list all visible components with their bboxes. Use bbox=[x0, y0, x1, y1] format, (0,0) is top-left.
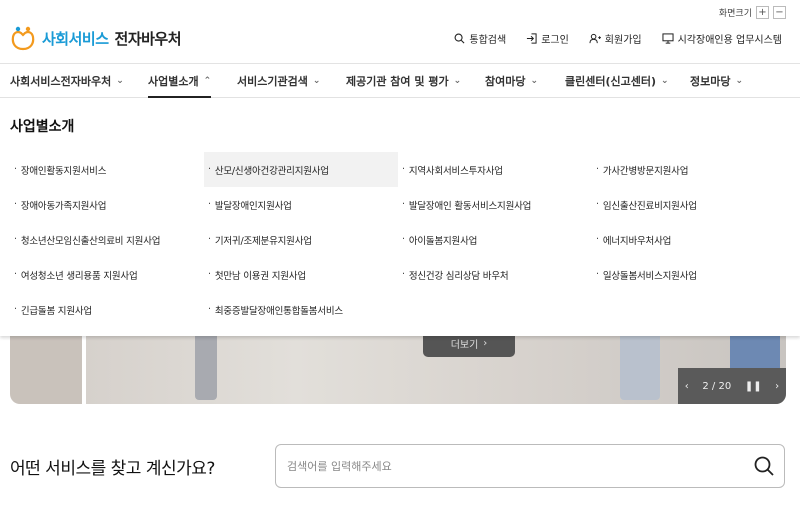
dropdown-item[interactable]: 산모/신생아건강관리지원사업 bbox=[204, 152, 398, 187]
nav-label: 클린센터(신고센터) bbox=[565, 74, 657, 88]
chevron-down-icon: ⌄ bbox=[116, 75, 124, 86]
dropdown-item[interactable]: 장애인활동지원서비스 bbox=[10, 152, 204, 187]
main-nav: 사회서비스전자바우처 ⌄ 사업별소개 ⌃ 서비스기관검색 ⌄ 제공기관 참여 및… bbox=[0, 63, 800, 98]
dropdown-item[interactable]: 여성청소년 생리용품 지원사업 bbox=[10, 257, 204, 292]
nav-label: 서비스기관검색 bbox=[237, 74, 308, 88]
nav-programs[interactable]: 사업별소개 ⌃ bbox=[148, 64, 212, 98]
site-logo[interactable]: 사회서비스 전자바우처 bbox=[10, 25, 182, 51]
nav-voucher[interactable]: 사회서비스전자바우처 ⌄ bbox=[10, 64, 124, 97]
dropdown-item[interactable]: 기저귀/조제분유지원사업 bbox=[204, 222, 398, 257]
chevron-down-icon: ⌄ bbox=[312, 75, 321, 86]
topmenu-label: 시각장애인용 업무시스템 bbox=[677, 35, 782, 46]
chevron-down-icon: ⌄ bbox=[735, 75, 744, 86]
topmenu-signup[interactable]: 회원가입 bbox=[589, 31, 642, 46]
dropdown-item[interactable]: 발달장애인 활동서비스지원사업 bbox=[398, 187, 592, 222]
user-add-icon bbox=[589, 33, 601, 44]
nav-participation[interactable]: 참여마당 ⌄ bbox=[485, 64, 538, 97]
search-box bbox=[275, 444, 785, 488]
nav-label: 정보마당 bbox=[690, 74, 731, 88]
dropdown-item[interactable]: 에너지바우처사업 bbox=[592, 222, 786, 257]
search-input[interactable] bbox=[287, 459, 744, 473]
topmenu-label: 회원가입 bbox=[604, 35, 642, 46]
chevron-down-icon: ⌄ bbox=[530, 75, 539, 86]
brand-subtitle: 전자바우처 bbox=[114, 29, 182, 48]
topmenu-label: 로그인 bbox=[541, 35, 569, 46]
dropdown-item[interactable]: 가사간병방문지원사업 bbox=[592, 152, 786, 187]
dropdown-item[interactable]: 긴급돌봄 지원사업 bbox=[10, 292, 204, 327]
header: 사회서비스 전자바우처 통합검색 로그인 회원가입 시각장애인용 업무시스템 bbox=[0, 22, 800, 62]
monitor-icon bbox=[662, 33, 674, 44]
search-submit-button[interactable] bbox=[744, 455, 784, 477]
search-icon bbox=[454, 33, 465, 44]
dropdown-item[interactable]: 아이돌봄지원사업 bbox=[398, 222, 592, 257]
next-slide-button[interactable]: › bbox=[775, 381, 779, 392]
topmenu-label: 통합검색 bbox=[469, 35, 507, 46]
hero-image-left bbox=[10, 330, 82, 404]
chevron-right-icon: › bbox=[483, 338, 488, 349]
dropdown-title: 사업별소개 bbox=[10, 119, 75, 135]
nav-provider-evaluation[interactable]: 제공기관 참여 및 평가 ⌄ bbox=[346, 64, 461, 97]
topmenu-search[interactable]: 통합검색 bbox=[454, 31, 506, 46]
chevron-down-icon: ⌄ bbox=[453, 75, 462, 86]
dropdown-item[interactable]: 발달장애인지원사업 bbox=[204, 187, 398, 222]
topmenu-accessibility[interactable]: 시각장애인용 업무시스템 bbox=[662, 31, 782, 46]
nav-label: 제공기관 참여 및 평가 bbox=[346, 74, 449, 88]
zoom-out-button[interactable]: − bbox=[773, 6, 786, 19]
pause-button[interactable]: ❚❚ bbox=[745, 381, 762, 392]
slide-counter: 2 / 20 bbox=[702, 380, 732, 392]
chevron-down-icon: ⌄ bbox=[661, 75, 669, 86]
dropdown-item[interactable]: 장애아동가족지원사업 bbox=[10, 187, 204, 222]
login-icon bbox=[527, 33, 537, 44]
dropdown-grid: 장애인활동지원서비스 산모/신생아건강관리지원사업 지역사회서비스투자사업 가사… bbox=[10, 152, 790, 327]
dropdown-item[interactable]: 최중증발달장애인통합돌봄서비스 bbox=[204, 292, 398, 327]
chevron-up-icon: ⌃ bbox=[203, 75, 212, 86]
top-menu: 통합검색 로그인 회원가입 시각장애인용 업무시스템 bbox=[454, 31, 782, 46]
slide-pager: ‹ 2 / 20 ❚❚ › bbox=[678, 368, 786, 404]
dropdown-item[interactable]: 정신건강 심리상담 바우처 bbox=[398, 257, 592, 292]
zoom-controls: 화면크기 + − bbox=[719, 6, 786, 19]
logo-icon bbox=[11, 26, 35, 51]
zoom-label: 화면크기 bbox=[718, 9, 752, 19]
prev-slide-button[interactable]: ‹ bbox=[685, 381, 689, 392]
nav-clean-center[interactable]: 클린센터(신고센터) ⌄ bbox=[565, 64, 669, 97]
more-label: 더보기 bbox=[450, 340, 479, 351]
nav-label: 사회서비스전자바우처 bbox=[10, 74, 112, 88]
brand-name: 사회서비스 bbox=[42, 29, 109, 48]
nav-label: 참여마당 bbox=[485, 74, 526, 88]
topmenu-login[interactable]: 로그인 bbox=[526, 31, 569, 46]
hero-figure bbox=[195, 330, 217, 400]
dropdown-item[interactable]: 일상돌봄서비스지원사업 bbox=[592, 257, 786, 292]
dropdown-item[interactable]: 임신출산진료비지원사업 bbox=[592, 187, 786, 222]
nav-label: 사업별소개 bbox=[148, 74, 199, 88]
dropdown-item[interactable]: 청소년산모임신출산의료비 지원사업 bbox=[10, 222, 204, 257]
search-question: 어떤 서비스를 찾고 계신가요? bbox=[10, 459, 215, 479]
nav-agency-search[interactable]: 서비스기관검색 ⌄ bbox=[237, 64, 320, 97]
programs-dropdown: 사업별소개 장애인활동지원서비스 산모/신생아건강관리지원사업 지역사회서비스투… bbox=[0, 98, 800, 336]
search-icon bbox=[754, 456, 774, 476]
hero-figure bbox=[620, 330, 660, 400]
nav-info[interactable]: 정보마당 ⌄ bbox=[690, 64, 743, 97]
dropdown-item[interactable]: 첫만남 이용권 지원사업 bbox=[204, 257, 398, 292]
zoom-in-button[interactable]: + bbox=[756, 6, 769, 19]
dropdown-item[interactable]: 지역사회서비스투자사업 bbox=[398, 152, 592, 187]
